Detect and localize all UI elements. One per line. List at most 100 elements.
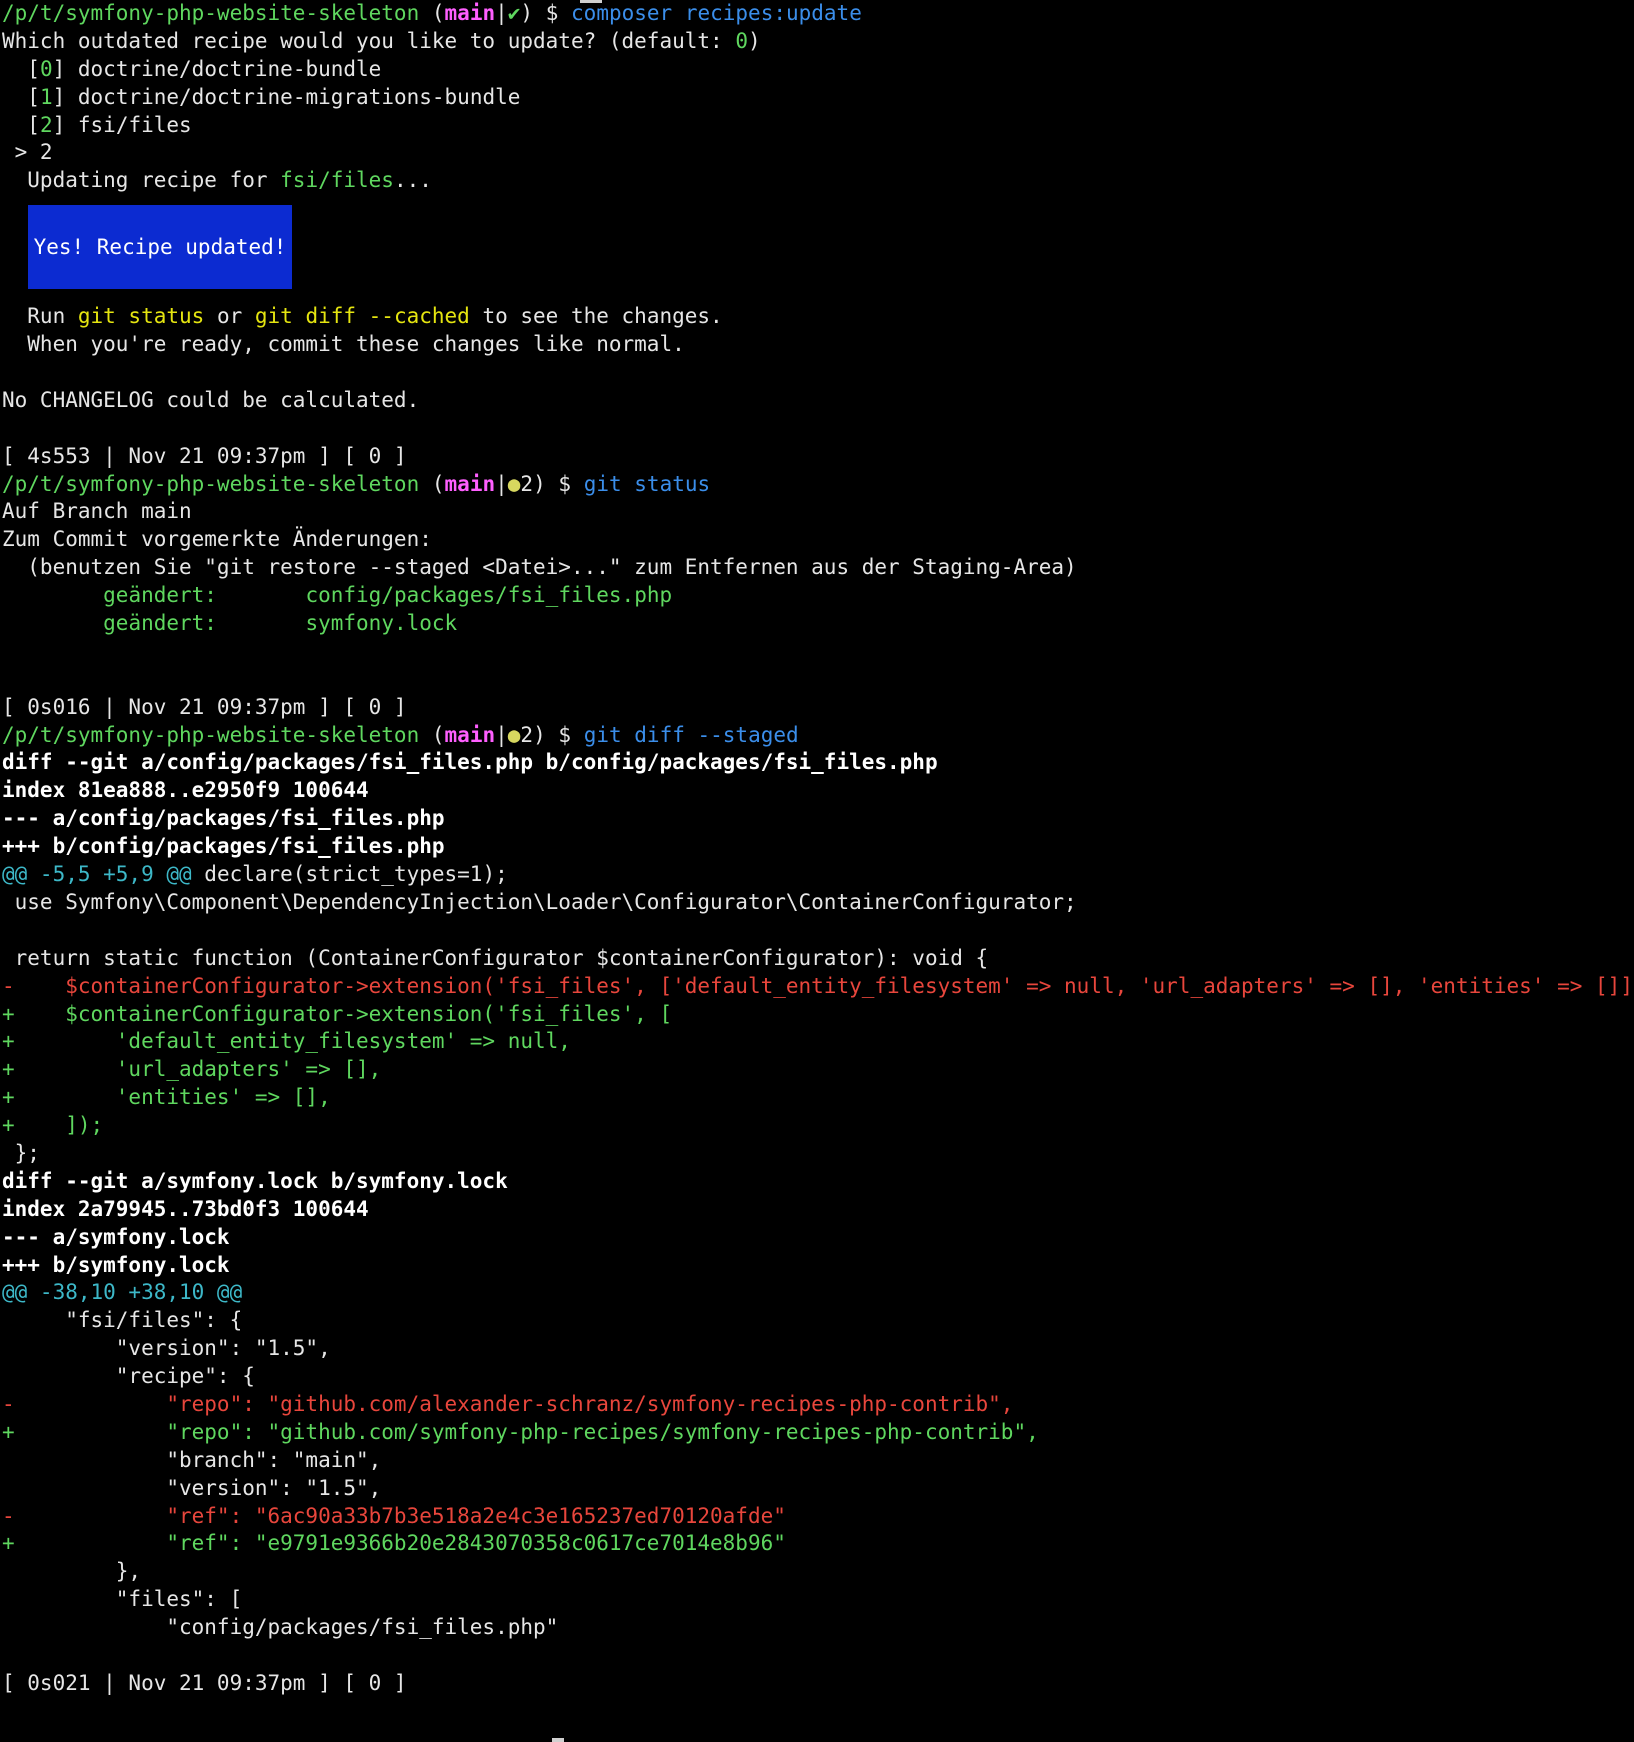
success-banner: Yes! Recipe updated!: [28, 205, 292, 290]
diff-added-line: + ]);: [2, 1113, 104, 1138]
updating-prefix: Updating recipe for: [2, 168, 281, 193]
answer-line: > 2: [2, 140, 53, 165]
diff-index: index 81ea888..e2950f9 100644: [2, 778, 369, 803]
clean-check-icon: ✔: [507, 1, 521, 25]
dirty-count: 2: [520, 471, 534, 496]
prompt-branch: main: [444, 1, 496, 25]
prompt-branch: main: [444, 722, 496, 747]
diff-context-line: "version": "1.5",: [2, 1336, 331, 1361]
timing-line: [ 0s016 | Nov 21 09:37pm ] [ 0 ]: [2, 694, 407, 719]
diff-removed-line: - "repo": "github.com/alexander-schranz/…: [2, 1391, 1014, 1416]
diff-removed-line: - "ref": "6ac90a33b7b3e518a2e4c3e165237e…: [2, 1503, 786, 1528]
diff-added-line: + 'entities' => [],: [2, 1085, 331, 1110]
question-default: 0: [735, 28, 748, 53]
command-args: recipes:update: [684, 1, 862, 25]
command-binary: git: [583, 722, 622, 747]
option-index: 0: [39, 56, 53, 81]
option-index: 1: [39, 84, 53, 109]
updating-package: fsi/files: [280, 168, 394, 193]
diff-body: "fsi/files": { "version": "1.5", "recipe…: [2, 1307, 1632, 1642]
diff-context-line: "fsi/files": {: [2, 1308, 243, 1333]
option-name: fsi/files: [77, 112, 192, 137]
diff-hunk-context: declare(strict_types=1);: [191, 862, 508, 887]
diff-added-line: + "ref": "e9791e9366b20e2843070358c0617c…: [2, 1531, 786, 1556]
option-item: [0] doctrine/doctrine-bundle: [2, 56, 382, 81]
status-file-label: geändert:: [103, 611, 217, 636]
status-branch-line: Auf Branch main: [2, 499, 192, 524]
option-item: [2] fsi/files: [2, 112, 192, 137]
dirty-count: 2: [520, 722, 534, 747]
diff-context-line: use Symfony\Component\DependencyInjectio…: [2, 889, 1077, 914]
diff-plus-file: +++ b/symfony.lock: [2, 1252, 230, 1277]
prompt-dollar: $: [558, 722, 572, 747]
diff-hunk: @@ -38,10 +38,10 @@: [2, 1280, 243, 1305]
command-binary: git: [583, 471, 622, 496]
diff-hunk: @@ -5,5 +5,9 @@: [2, 862, 192, 887]
diff-hunk-line: @@ -5,5 +5,9 @@ declare(strict_types=1);: [2, 861, 1632, 889]
diff-header: diff --git a/config/packages/fsi_files.p…: [2, 750, 938, 775]
diff-added-line: + 'default_entity_filesystem' => null,: [2, 1029, 571, 1054]
diff-minus-file: --- a/config/packages/fsi_files.php: [2, 806, 445, 831]
diff-minus-file: --- a/symfony.lock: [2, 1224, 230, 1249]
prompt-dollar: $: [558, 471, 572, 496]
diff-header: diff --git a/symfony.lock b/symfony.lock: [2, 1168, 508, 1193]
timing-line: [ 0s021 | Nov 21 09:37pm ] [ 0 ]: [2, 1670, 407, 1695]
cursor-marker-bottom: [552, 1738, 564, 1742]
hint-git-status: git status: [77, 304, 205, 329]
status-file-label: geändert:: [103, 583, 217, 608]
status-file-path: symfony.lock: [305, 611, 458, 636]
command-args: diff --staged: [634, 722, 799, 747]
diff-context-line: };: [2, 1140, 40, 1165]
changelog-line: No CHANGELOG could be calculated.: [2, 387, 420, 412]
prompt-line: /p/t/symfony-php-website-skeleton (main|…: [2, 1, 862, 25]
status-staged-header: Zum Commit vorgemerkte Änderungen:: [2, 527, 432, 552]
diff-plus-file: +++ b/config/packages/fsi_files.php: [2, 834, 445, 859]
hint-or: or: [204, 304, 255, 329]
status-file-row: geändert: config/packages/fsi_files.php: [2, 582, 1632, 610]
dirty-dot-icon: ●: [507, 471, 521, 496]
diff-body: use Symfony\Component\DependencyInjectio…: [2, 889, 1634, 1168]
dirty-dot-icon: ●: [507, 722, 521, 747]
diff-context-line: "config/packages/fsi_files.php": [2, 1615, 559, 1640]
diff-context-line: "branch": "main",: [2, 1447, 382, 1472]
command-args: status: [634, 471, 711, 496]
timing-line: [ 4s553 | Nov 21 09:37pm ] [ 0 ]: [2, 443, 407, 468]
question-text: Which outdated recipe would you like to …: [2, 28, 736, 53]
prompt-dollar: $: [545, 1, 559, 25]
status-restore-hint: (benutzen Sie "git restore --staged <Dat…: [2, 555, 1077, 580]
prompt-path: /p/t/symfony-php-website-skeleton: [2, 722, 420, 747]
diff-context-line: "version": "1.5",: [2, 1475, 382, 1500]
hint-line-2: When you're ready, commit these changes …: [2, 332, 685, 357]
command-binary: composer: [571, 1, 673, 25]
updating-line: Updating recipe for fsi/files...: [2, 167, 1632, 195]
prompt-path: /p/t/symfony-php-website-skeleton: [2, 471, 420, 496]
terminal-output[interactable]: /p/t/symfony-php-website-skeleton (main|…: [2, 0, 1634, 1742]
option-name: doctrine/doctrine-migrations-bundle: [77, 84, 521, 109]
prompt-line: /p/t/symfony-php-website-skeleton (main|…: [2, 471, 711, 496]
diff-added-line: + $containerConfigurator->extension('fsi…: [2, 1001, 673, 1026]
option-item: [1] doctrine/doctrine-migrations-bundle: [2, 84, 521, 109]
diff-added-line: + 'url_adapters' => [],: [2, 1057, 382, 1082]
option-index: 2: [39, 112, 53, 137]
updating-suffix: ...: [393, 168, 432, 193]
success-banner-text: Yes! Recipe updated!: [33, 235, 287, 260]
hint-git-diff: git diff --cached: [254, 304, 470, 329]
prompt-branch: main: [444, 471, 496, 496]
hint-line: Run git status or git diff --cached to s…: [2, 303, 1632, 331]
diff-context-line: [2, 917, 1632, 945]
prompt-line: /p/t/symfony-php-website-skeleton (main|…: [2, 722, 799, 747]
hint-tail: to see the changes.: [469, 304, 723, 329]
prompt-path: /p/t/symfony-php-website-skeleton: [2, 1, 420, 25]
status-file-path: config/packages/fsi_files.php: [305, 583, 673, 608]
question-line: Which outdated recipe would you like to …: [2, 28, 1632, 56]
diff-context-line: "files": [: [2, 1587, 243, 1612]
success-banner-wrap: Yes! Recipe updated!: [2, 205, 1632, 290]
status-file-row: geändert: symfony.lock: [2, 610, 1632, 638]
diff-removed-line: - $containerConfigurator->extension('fsi…: [2, 973, 1634, 998]
option-name: doctrine/doctrine-bundle: [77, 56, 382, 81]
